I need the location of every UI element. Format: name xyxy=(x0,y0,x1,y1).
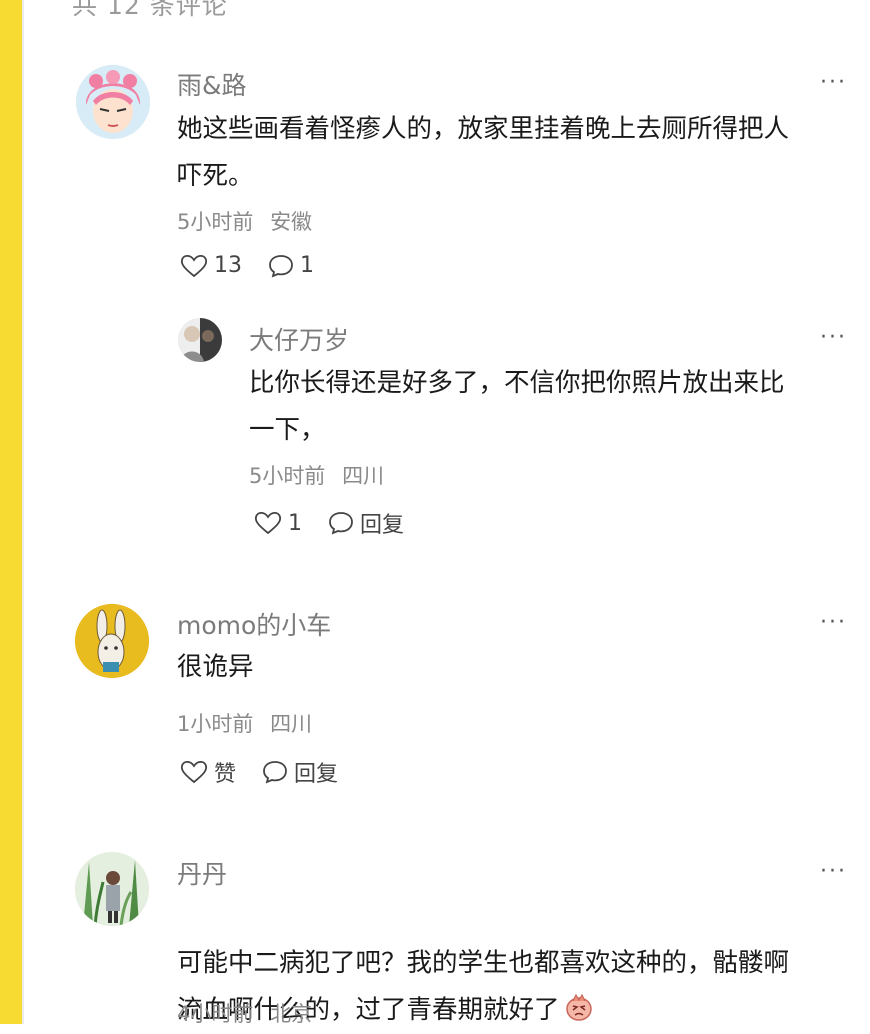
comment-actions: 赞 回复 xyxy=(180,756,364,788)
avatar[interactable] xyxy=(178,318,222,362)
timestamp: 4小时前 xyxy=(177,1002,254,1026)
comment-actions: 1 回复 xyxy=(254,507,430,539)
reply-button[interactable]: 1 xyxy=(268,253,314,278)
location: 北京 xyxy=(270,1002,313,1026)
username[interactable]: momo的小车 xyxy=(177,606,331,642)
left-accent-bar xyxy=(0,0,22,1024)
comment-text: 比你长得还是好多了，不信你把你照片放出来比 一下， xyxy=(249,368,785,445)
username[interactable]: 雨&路 xyxy=(177,66,247,102)
location: 四川 xyxy=(342,464,385,488)
page-edge xyxy=(22,0,24,1024)
comment-bubble-icon xyxy=(329,512,353,535)
location: 四川 xyxy=(270,712,313,736)
more-icon[interactable]: ··· xyxy=(820,325,847,350)
comment-bubble-icon xyxy=(263,761,287,784)
like-count: 13 xyxy=(214,253,242,278)
like-button[interactable]: 赞 xyxy=(180,756,236,788)
emoji-icon xyxy=(565,993,592,1021)
comment-meta: 1小时前 四川 xyxy=(177,708,312,738)
reply-label: 回复 xyxy=(360,513,405,538)
more-icon[interactable]: ··· xyxy=(820,70,847,95)
comment-meta: 5小时前 四川 xyxy=(249,460,384,490)
comment-text: 很诡异 xyxy=(177,652,254,682)
comment-meta: 5小时前 安徽 xyxy=(177,206,312,236)
timestamp: 5小时前 xyxy=(249,464,326,488)
heart-icon xyxy=(254,511,282,535)
avatar[interactable] xyxy=(76,65,150,139)
avatar[interactable] xyxy=(75,852,149,926)
more-icon[interactable]: ··· xyxy=(820,610,847,635)
like-button[interactable]: 1 xyxy=(254,511,302,536)
comment-actions: 13 1 xyxy=(180,253,340,278)
more-icon[interactable]: ··· xyxy=(820,859,847,884)
like-button[interactable]: 13 xyxy=(180,253,242,278)
avatar[interactable] xyxy=(75,604,149,678)
heart-icon xyxy=(180,760,208,784)
comment-text: 她这些画看着怪瘆人的，放家里挂着晚上去厕所得把人 吓死。 xyxy=(177,114,790,191)
username[interactable]: 大仔万岁 xyxy=(249,321,349,357)
comment-count-header: 共 12 条评论 xyxy=(72,0,228,20)
timestamp: 1小时前 xyxy=(177,712,254,736)
location: 安徽 xyxy=(270,210,313,234)
comment-bubble-icon xyxy=(269,254,293,277)
reply-button[interactable]: 回复 xyxy=(328,507,404,539)
timestamp: 5小时前 xyxy=(177,210,254,234)
username[interactable]: 丹丹 xyxy=(177,855,227,891)
like-label: 赞 xyxy=(214,762,237,787)
reply-label: 回复 xyxy=(294,762,339,787)
heart-icon xyxy=(180,254,208,277)
reply-count: 1 xyxy=(300,253,314,278)
reply-button[interactable]: 回复 xyxy=(262,756,338,788)
like-count: 1 xyxy=(288,510,302,536)
